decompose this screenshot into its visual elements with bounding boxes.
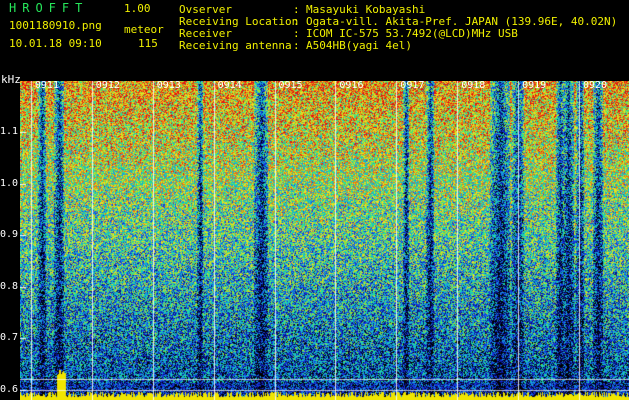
y-tick-label: 1.0 bbox=[0, 177, 19, 189]
y-tick-label: 0.8 bbox=[0, 280, 19, 292]
mode-label: meteor bbox=[124, 23, 164, 36]
antenna-label: Receiving antenna bbox=[179, 39, 292, 52]
y-axis-unit: kHz bbox=[1, 73, 21, 86]
x-tick-label: 0913 bbox=[156, 80, 181, 91]
spectrogram-canvas bbox=[20, 81, 629, 400]
x-tick-label: 0918 bbox=[461, 80, 486, 91]
x-tick-label: 0919 bbox=[522, 80, 547, 91]
y-tick-label: 0.9 bbox=[0, 229, 19, 241]
x-tick-label: 0920 bbox=[583, 80, 608, 91]
spectrogram bbox=[20, 81, 629, 400]
x-tick-label: 0914 bbox=[217, 80, 242, 91]
file-name: 1001180910.png bbox=[9, 19, 102, 32]
x-tick-label: 0916 bbox=[339, 80, 364, 91]
datetime: 10.01.18 09:10 bbox=[9, 37, 102, 50]
x-tick-label: 0915 bbox=[278, 80, 303, 91]
antenna-colon: : bbox=[293, 39, 300, 52]
y-tick-label: 1.1 bbox=[0, 126, 19, 138]
meteor-count: 115 bbox=[138, 37, 158, 50]
app-title: HROFFT bbox=[9, 1, 89, 15]
antenna-value: A504HB(yagi 4el) bbox=[306, 39, 412, 52]
app-version: 1.00 bbox=[124, 2, 151, 15]
x-tick-label: 0917 bbox=[400, 80, 425, 91]
x-tick-label: 0911 bbox=[34, 80, 59, 91]
x-tick-label: 0912 bbox=[95, 80, 120, 91]
y-tick-label: 0.6 bbox=[0, 383, 19, 395]
y-tick-label: 0.7 bbox=[0, 332, 19, 344]
